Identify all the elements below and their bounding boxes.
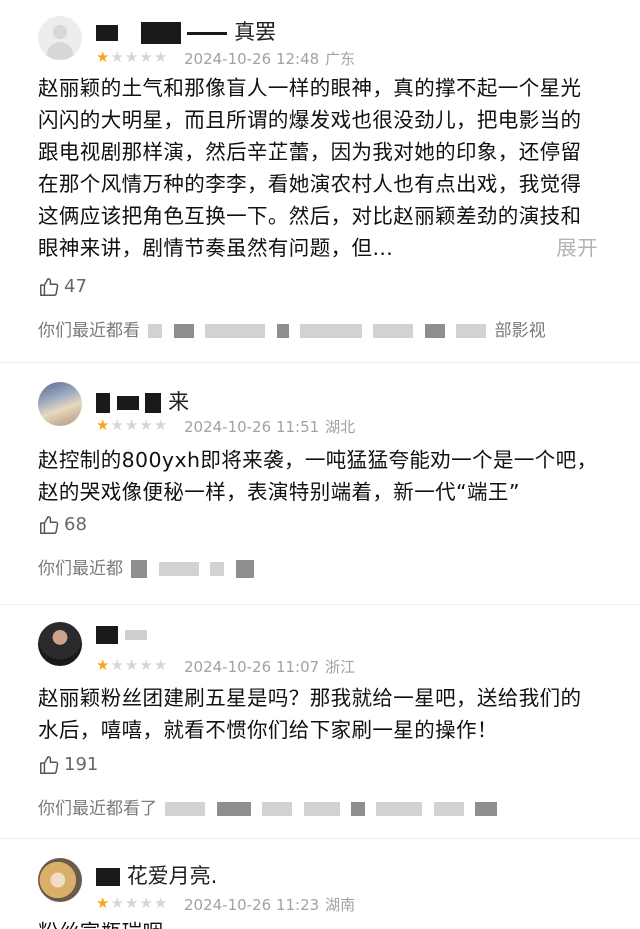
star-icon: ★ [124, 416, 140, 434]
star-icon: ★ [124, 894, 140, 912]
star-icon: ★ [124, 48, 140, 66]
star-icon: ★ [139, 48, 154, 66]
nickname[interactable]: 来 [96, 386, 189, 416]
like-count: 47 [64, 276, 87, 297]
star-icon: ★ [110, 416, 125, 434]
mosaic-block [165, 802, 206, 816]
watched-line[interactable]: 你们最近都看了 [38, 794, 500, 819]
nickname-mosaic [96, 626, 118, 644]
review-card: 真罢 ★★★★★ 2024-10-26 12:48 广东 赵丽颖的土气和那像盲人一… [0, 0, 640, 360]
nickname[interactable]: 真罢 [96, 16, 276, 46]
review-text: 粉丝宣瓶瑞咽 [38, 916, 598, 929]
star-icon: ★ [153, 894, 169, 912]
review-card: ★★★★★ 2024-10-26 11:07 浙江 赵丽颖粉丝团建刷五星是吗？那我… [0, 604, 640, 838]
expand-link[interactable]: 展开 [556, 232, 598, 264]
star-icon: ★ [110, 48, 125, 66]
thumbs-up-icon [40, 516, 59, 534]
default-avatar-icon [53, 25, 67, 39]
nickname[interactable]: 花爱月亮. [96, 860, 217, 890]
star-icon: ★ [139, 894, 154, 912]
review-meta: 2024-10-26 12:48 广东 [184, 48, 355, 69]
star-icon: ★ [153, 416, 169, 434]
star-rating: ★★★★★ [96, 416, 168, 434]
like-count: 191 [64, 754, 99, 775]
review-location: 湖南 [325, 896, 356, 914]
star-icon: ★ [96, 48, 111, 66]
review-date: 2024-10-26 12:48 [184, 50, 320, 68]
nickname-text: 花爱月亮. [126, 864, 218, 888]
star-icon: ★ [139, 656, 154, 674]
mosaic-block [148, 324, 163, 338]
like-button[interactable]: 47 [38, 276, 87, 298]
review-location: 浙江 [325, 658, 356, 676]
star-icon: ★ [153, 656, 169, 674]
sky-avatar[interactable] [38, 382, 82, 426]
thumbs-up-icon [40, 278, 59, 296]
star-icon: ★ [124, 656, 140, 674]
like-button[interactable]: 68 [38, 514, 87, 536]
dark-avatar[interactable] [38, 622, 82, 666]
like-button[interactable]: 191 [38, 754, 98, 776]
star-rating: ★★★★★ [96, 656, 168, 674]
review-body: 赵丽颖的土气和那像盲人一样的眼神，真的撑不起一个星光闪闪的大明星，而且所谓的爆发… [38, 76, 582, 260]
nickname[interactable] [96, 622, 147, 646]
review-meta: 2024-10-26 11:51 湖北 [184, 416, 355, 437]
watched-prefix: 你们最近都看了 [38, 799, 157, 819]
like-count: 68 [64, 514, 87, 535]
blond-avatar[interactable] [38, 858, 82, 902]
watched-line[interactable]: 你们最近都看 部影视 [38, 316, 546, 341]
review-date: 2024-10-26 11:23 [184, 896, 320, 914]
nickname-mosaic [96, 868, 120, 886]
review-text: 赵控制的800yxh即将来袭，一吨猛猛夸能劝一个是一个吧，赵的哭戏像便秘一样，表… [38, 448, 598, 504]
star-icon: ★ [110, 656, 125, 674]
watched-line[interactable]: 你们最近都 [38, 554, 257, 579]
star-icon: ★ [153, 48, 169, 66]
mosaic-block [131, 560, 148, 578]
nickname-text: 真罢 [234, 20, 277, 44]
nickname-mosaic [96, 393, 110, 413]
nickname-mosaic [96, 25, 118, 41]
review-text: 赵丽颖的土气和那像盲人一样的眼神，真的撑不起一个星光闪闪的大明星，而且所谓的爆发… [38, 72, 598, 264]
review-location: 湖北 [325, 418, 356, 436]
star-icon: ★ [110, 894, 125, 912]
review-location: 广东 [325, 50, 356, 68]
review-meta: 2024-10-26 11:07 浙江 [184, 656, 355, 677]
review-meta: 2024-10-26 11:23 湖南 [184, 894, 355, 915]
review-card: 花爱月亮. ★★★★★ 2024-10-26 11:23湖南 粉丝宣瓶瑞咽 [0, 838, 640, 929]
review-date: 2024-10-26 11:07 [184, 658, 320, 676]
star-rating: ★★★★★ [96, 894, 168, 912]
review-date: 2024-10-26 11:51 [184, 418, 320, 436]
watched-prefix: 你们最近都看 [38, 321, 140, 341]
avatar[interactable] [38, 16, 82, 60]
star-icon: ★ [96, 894, 111, 912]
watched-prefix: 你们最近都 [38, 559, 123, 579]
review-text: 赵丽颖粉丝团建刷五星是吗？那我就给一星吧，送给我们的水后，嘻嘻，就看不惯你们给下… [38, 686, 582, 742]
star-rating: ★★★★★ [96, 48, 168, 66]
review-card: 来 ★★★★★ 2024-10-26 11:51 湖北 赵控制的800yxh即将来… [0, 362, 640, 610]
watched-suffix: 部影视 [494, 321, 546, 341]
nickname-text: 来 [168, 390, 190, 414]
thumbs-up-icon [40, 756, 59, 774]
star-icon: ★ [96, 416, 111, 434]
star-icon: ★ [96, 656, 111, 674]
star-icon: ★ [139, 416, 154, 434]
